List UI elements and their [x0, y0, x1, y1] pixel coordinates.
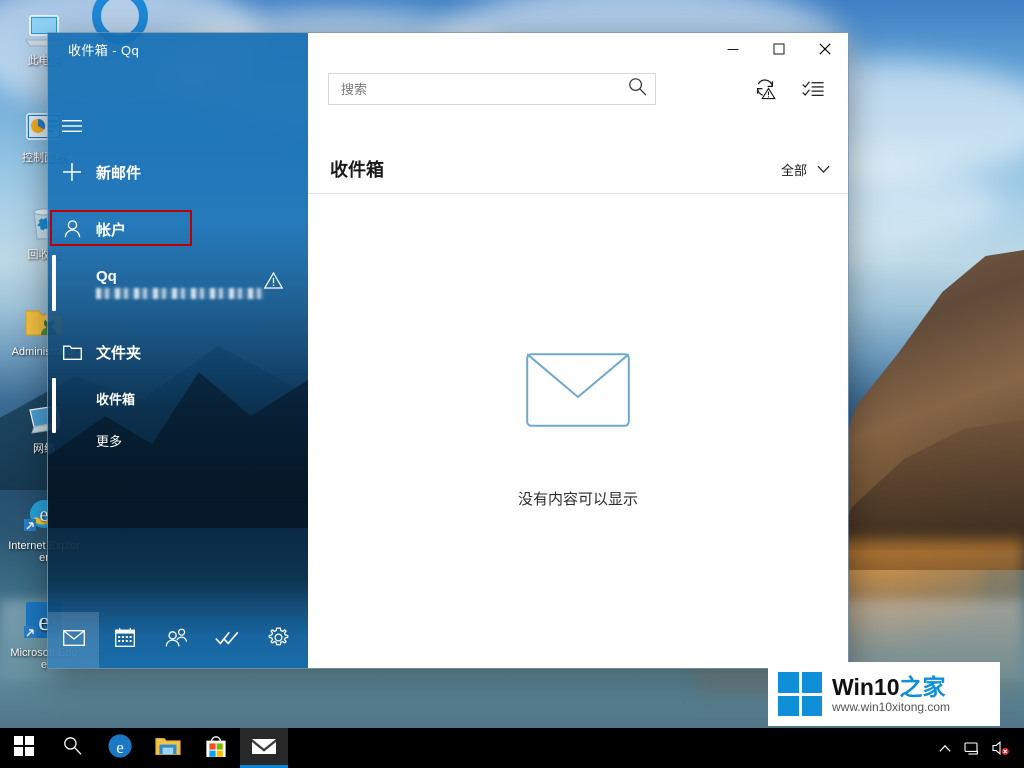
new-mail-label: 新邮件	[96, 162, 141, 183]
hamburger-icon	[48, 119, 96, 133]
calendar-switch-button[interactable]	[99, 612, 150, 668]
inbox-header-row: 收件箱 全部	[330, 151, 830, 187]
accounts-label: 帐户	[96, 219, 126, 240]
volume-muted-icon[interactable]	[988, 728, 1014, 768]
search-icon[interactable]	[628, 77, 647, 101]
window-controls[interactable]	[710, 33, 848, 65]
folder-icon	[48, 344, 96, 360]
new-mail-button[interactable]: 新邮件	[48, 156, 308, 188]
site-watermark: Win10之家 www.win10xitong.com	[768, 662, 1000, 726]
close-button[interactable]	[802, 33, 848, 65]
calendar-icon	[115, 628, 135, 652]
search-row	[328, 73, 828, 105]
watermark-title: Win10之家	[832, 674, 950, 700]
mail-switch-button[interactable]	[48, 612, 99, 668]
navigation-pane[interactable]: 收件箱 - Qq 新	[48, 33, 308, 668]
microsoft-store-icon	[204, 734, 228, 763]
search-box[interactable]	[328, 73, 656, 105]
windows-logo-icon	[778, 672, 822, 716]
watermark-url: www.win10xitong.com	[832, 700, 950, 715]
taskbar-edge[interactable]: e	[96, 728, 144, 768]
accounts-section-header[interactable]: 帐户	[48, 215, 308, 243]
filter-dropdown[interactable]: 全部	[781, 160, 830, 179]
inbox-label: 收件箱	[96, 389, 135, 408]
microsoft-edge-icon: e	[107, 733, 133, 764]
content-pane: 收件箱 全部 没有内容可以显示	[308, 33, 848, 668]
windows-start-icon	[14, 736, 34, 761]
selection-indicator-account	[52, 255, 56, 311]
sync-warning-icon[interactable]	[754, 78, 778, 100]
taskbar[interactable]: e	[0, 728, 1024, 768]
settings-button[interactable]	[253, 612, 304, 668]
selection-mode-icon[interactable]	[802, 80, 824, 99]
account-name: Qq	[96, 268, 264, 285]
people-icon	[165, 628, 188, 652]
tasks-switch-button[interactable]	[202, 612, 253, 668]
show-hidden-icons-button[interactable]	[932, 728, 958, 768]
mail-window[interactable]: 收件箱 - Qq 新	[48, 33, 848, 668]
mail-icon	[63, 630, 85, 651]
watermark-text: Win10之家 www.win10xitong.com	[832, 674, 950, 715]
mail-icon	[251, 736, 277, 761]
taskbar-mail[interactable]	[240, 728, 288, 768]
folders-section-header[interactable]: 文件夹	[48, 338, 308, 366]
window-title: 收件箱 - Qq	[68, 40, 139, 59]
folder-item-inbox[interactable]: 收件箱	[48, 385, 308, 411]
folder-item-more[interactable]: 更多	[48, 427, 308, 453]
minimize-button[interactable]	[710, 33, 756, 65]
search-icon	[63, 736, 82, 760]
watermark-title-main: Win10	[832, 674, 900, 700]
search-button[interactable]	[48, 728, 96, 768]
empty-state: 没有内容可以显示	[308, 353, 848, 509]
selection-indicator-inbox	[52, 378, 56, 433]
content-toolbar	[754, 78, 828, 100]
taskbar-store[interactable]	[192, 728, 240, 768]
start-button[interactable]	[0, 728, 48, 768]
account-item-qq[interactable]: Qq	[48, 261, 308, 305]
tasks-icon	[215, 630, 239, 651]
account-warning-icon[interactable]	[264, 272, 283, 294]
network-icon[interactable]	[960, 728, 986, 768]
page-title: 收件箱	[330, 156, 384, 182]
hamburger-menu-button[interactable]	[48, 108, 308, 144]
people-switch-button[interactable]	[150, 612, 201, 668]
person-icon	[48, 220, 96, 238]
plus-icon	[48, 163, 96, 181]
taskbar-file-explorer[interactable]	[144, 728, 192, 768]
file-explorer-icon	[155, 735, 181, 762]
search-input[interactable]	[341, 82, 628, 97]
header-divider	[308, 193, 848, 194]
chevron-down-icon	[817, 162, 830, 177]
desktop[interactable]: 此电脑 控制面板 回收站	[0, 0, 1024, 768]
maximize-button[interactable]	[756, 33, 802, 65]
nav-bottom-bar[interactable]	[48, 612, 308, 668]
system-tray[interactable]	[932, 728, 1024, 768]
settings-gear-icon	[268, 627, 289, 653]
watermark-title-accent: 之家	[900, 674, 946, 700]
folders-label: 文件夹	[96, 342, 141, 363]
filter-selected-label: 全部	[781, 160, 807, 179]
svg-text:e: e	[116, 738, 124, 757]
more-label: 更多	[96, 431, 122, 450]
account-address-redacted	[96, 288, 264, 299]
envelope-icon	[526, 414, 630, 431]
empty-state-text: 没有内容可以显示	[308, 488, 848, 509]
